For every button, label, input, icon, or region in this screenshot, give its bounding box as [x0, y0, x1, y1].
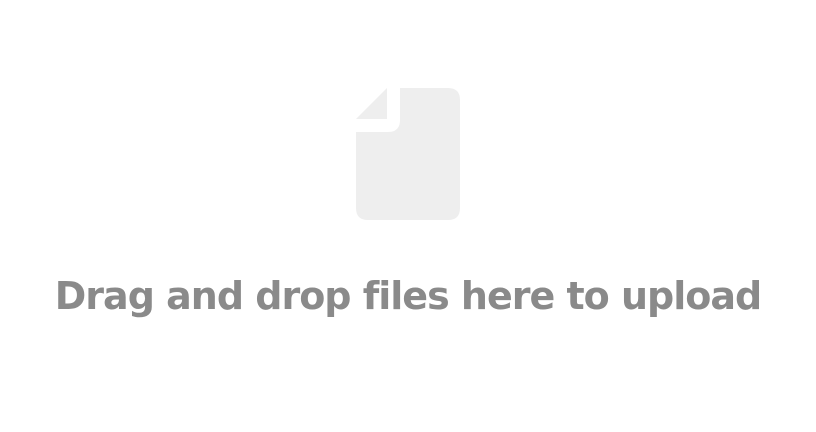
file-dropzone[interactable]: Drag and drop files here to upload	[0, 0, 816, 432]
drop-instruction-text: Drag and drop files here to upload	[54, 274, 762, 318]
file-icon	[356, 88, 460, 220]
